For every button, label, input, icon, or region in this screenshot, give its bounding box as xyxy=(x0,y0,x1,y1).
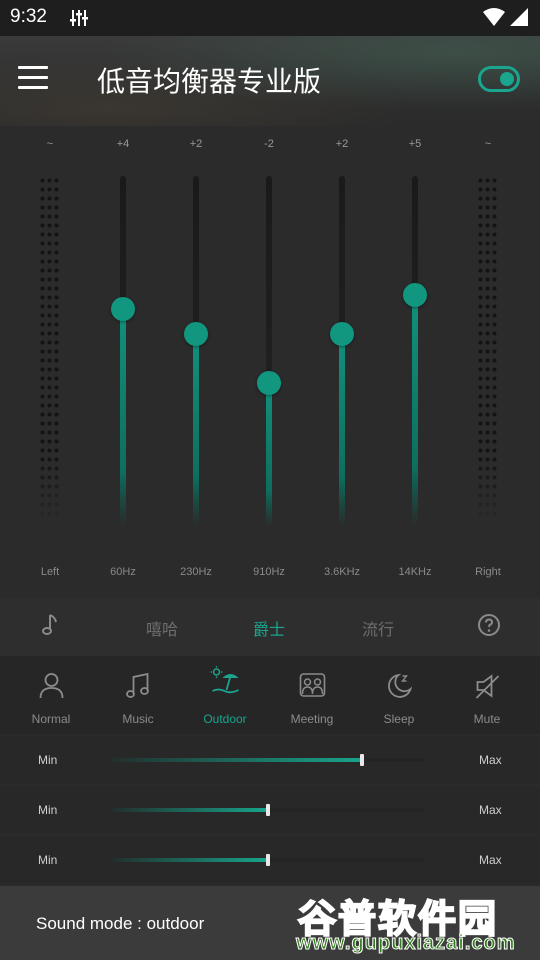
right-channel-label: Right xyxy=(475,566,501,578)
left-channel-symbol: ~ xyxy=(46,138,54,150)
band-frequency-label: 3.6KHz xyxy=(323,566,361,578)
sound-mode-bar: Normal Music Outdoor Meeting Sleep Mute xyxy=(0,656,540,734)
mute-icon xyxy=(475,674,499,699)
meeting-icon xyxy=(299,673,325,697)
equalizer-notification-icon xyxy=(70,10,88,26)
equalizer-panel: ~ ~ Left Right +4 60Hz +2 230Hz -2 910Hz +2 3.6… xyxy=(0,126,540,596)
band-slider-track[interactable] xyxy=(266,176,272,526)
mode-normal[interactable]: Normal xyxy=(8,656,95,734)
band-slider-thumb[interactable] xyxy=(403,283,427,307)
slider-fill xyxy=(112,758,362,762)
mode-label: Sleep xyxy=(383,712,415,726)
band-slider-fill xyxy=(266,382,272,526)
mode-mute[interactable]: Mute xyxy=(444,656,531,734)
band-slider-track[interactable] xyxy=(193,176,199,526)
volume-slider[interactable] xyxy=(112,854,424,866)
wifi-icon xyxy=(482,8,505,26)
band-slider-track[interactable] xyxy=(120,176,126,526)
slider-min-label: Min xyxy=(38,853,58,867)
menu-icon-line xyxy=(18,66,48,69)
slider-min-label: Min xyxy=(38,753,58,767)
status-indicators xyxy=(482,8,528,30)
sound-mode-status: Sound mode : outdoor xyxy=(36,914,205,933)
footer-bar: Sound mode : outdoor 谷普软件园 www.gupuxiaza… xyxy=(0,886,540,960)
menu-icon-line xyxy=(18,76,48,79)
power-toggle[interactable] xyxy=(478,66,520,92)
genre-bar: 嘻哈 爵士 流行 xyxy=(0,598,540,656)
genre-hiphop[interactable]: 嘻哈 xyxy=(146,616,178,640)
menu-icon-line xyxy=(18,86,48,89)
left-speaker-grille xyxy=(39,176,61,526)
band-slider-track[interactable] xyxy=(339,176,345,526)
band-slider-fill xyxy=(193,333,199,526)
mode-label: Mute xyxy=(473,712,501,726)
band-slider-fill xyxy=(339,333,345,526)
band-slider-thumb[interactable] xyxy=(257,370,281,395)
band-gain-label: -2 xyxy=(264,138,274,150)
music-notes-icon xyxy=(125,672,149,698)
mode-music[interactable]: Music xyxy=(95,656,182,734)
music-note-icon[interactable] xyxy=(41,613,59,637)
slider-row-1: Min Max xyxy=(0,736,540,784)
status-bar: 9:32 xyxy=(0,0,540,36)
band-slider-thumb[interactable] xyxy=(111,297,135,321)
band-slider-track[interactable] xyxy=(412,176,418,526)
app-title: 低音均衡器专业版 xyxy=(97,65,322,98)
slider-max-label: Max xyxy=(479,853,502,867)
app-header: 低音均衡器专业版 xyxy=(0,36,540,126)
band-slider-fill xyxy=(412,295,418,526)
band-frequency-label: 60Hz xyxy=(110,566,136,578)
right-channel-symbol: ~ xyxy=(484,138,492,150)
band-gain-label: +5 xyxy=(408,138,422,150)
status-time: 9:32 xyxy=(10,6,47,27)
mode-label: Normal xyxy=(31,712,71,726)
menu-button[interactable] xyxy=(18,66,48,90)
slider-thumb[interactable] xyxy=(359,754,364,766)
genre-jazz[interactable]: 爵士 xyxy=(253,616,285,640)
mode-label: Music xyxy=(122,712,154,726)
moon-icon xyxy=(387,673,412,698)
mode-meeting[interactable]: Meeting xyxy=(269,656,356,734)
band-gain-label: +2 xyxy=(189,138,203,150)
band-gain-label: +2 xyxy=(335,138,349,150)
mode-label: Outdoor xyxy=(203,712,247,726)
band-frequency-label: 14KHz xyxy=(398,566,432,578)
band-gain-label: +4 xyxy=(116,138,130,150)
virtualizer-slider[interactable] xyxy=(112,804,424,816)
band-slider-fill xyxy=(120,309,126,526)
slider-thumb[interactable] xyxy=(266,804,270,816)
slider-thumb[interactable] xyxy=(266,854,270,866)
band-slider-thumb[interactable] xyxy=(184,321,208,346)
bass-slider[interactable] xyxy=(112,754,424,766)
slider-fill xyxy=(112,858,268,862)
genre-pop[interactable]: 流行 xyxy=(362,616,394,640)
mode-sleep[interactable]: Sleep xyxy=(356,656,443,734)
person-icon xyxy=(39,673,63,699)
beach-icon xyxy=(210,666,239,694)
slider-row-2: Min Max xyxy=(0,786,540,834)
help-icon[interactable] xyxy=(477,613,501,637)
slider-max-label: Max xyxy=(479,753,502,767)
right-speaker-grille xyxy=(477,176,499,526)
slider-min-label: Min xyxy=(38,803,58,817)
band-frequency-label: 910Hz xyxy=(253,566,285,578)
watermark-logo: 谷普软件园 www.gupuxiazai.com xyxy=(294,888,540,960)
mode-label: Meeting xyxy=(290,712,334,726)
mode-outdoor[interactable]: Outdoor xyxy=(182,656,269,734)
toggle-knob xyxy=(500,72,514,86)
slider-fill xyxy=(112,808,268,812)
slider-row-3: Min Max xyxy=(0,836,540,884)
left-channel-label: Left xyxy=(40,566,60,578)
watermark-url: www.gupuxiazai.com xyxy=(296,932,516,955)
band-frequency-label: 230Hz xyxy=(180,566,212,578)
slider-max-label: Max xyxy=(479,803,502,817)
signal-icon xyxy=(510,8,528,26)
band-slider-thumb[interactable] xyxy=(330,321,354,346)
